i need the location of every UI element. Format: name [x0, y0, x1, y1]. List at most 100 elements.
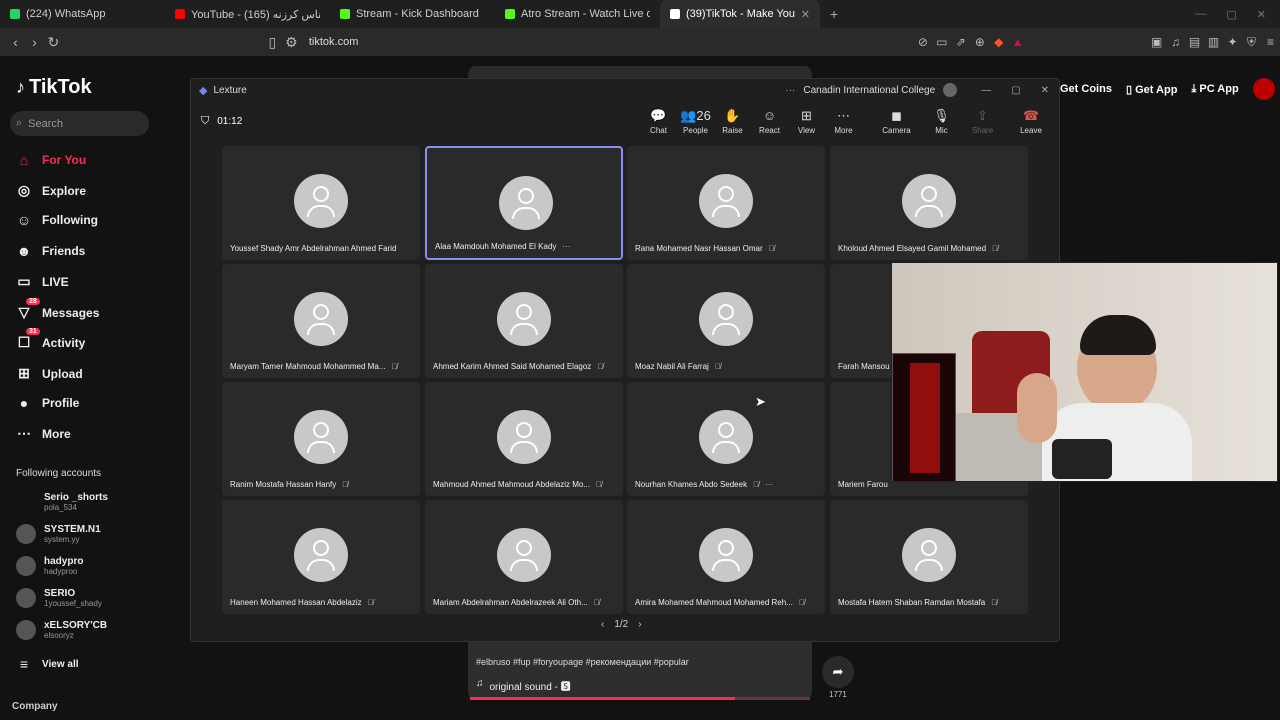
- people-button[interactable]: 👥26 People: [677, 108, 714, 135]
- nav-item-activity[interactable]: ☐ Activity 31: [16, 328, 85, 351]
- participant-tile[interactable]: Mahmoud Ahmed Mahmoud Abdelaziz Mo... 🎙̸: [425, 382, 623, 496]
- teams-maximize-icon[interactable]: ▢: [1011, 85, 1020, 96]
- account-name: xELSORY'CB: [44, 620, 108, 631]
- share-button[interactable]: ⇪ Share: [964, 108, 1001, 135]
- participant-tile[interactable]: Ranim Mostafa Hassan Hanfy 🎙̸: [222, 382, 420, 496]
- back-icon[interactable]: ‹: [6, 34, 25, 50]
- teams-close-icon[interactable]: ✕: [1041, 85, 1049, 96]
- pc-app-button[interactable]: ⤓ PC App: [1191, 83, 1238, 96]
- mute-site-icon[interactable]: ⊘: [913, 35, 932, 49]
- brave-shield-icon[interactable]: ◆: [989, 35, 1008, 49]
- nav-item-live[interactable]: ▭ LIVE: [16, 273, 68, 290]
- mic-button[interactable]: 🎙 Mic: [919, 108, 964, 135]
- video-tags[interactable]: #elbruso #fup #foryoupage #рекомендации …: [476, 657, 689, 667]
- nav-item-following[interactable]: ☺ Following: [16, 212, 98, 228]
- panel-icon[interactable]: ▤: [1185, 35, 1204, 49]
- participant-label: Ranim Mostafa Hassan Hanfy 🎙̸: [230, 480, 348, 489]
- search-input[interactable]: ⌕ Search: [10, 111, 149, 136]
- nav-item-more[interactable]: ⋯ More: [16, 425, 71, 442]
- nav-item-upload[interactable]: ⊞ Upload: [16, 365, 83, 382]
- browser-tab[interactable]: Atro Stream - Watch Live on Kick: [495, 0, 660, 28]
- share-icon[interactable]: ➦: [822, 656, 854, 688]
- url-field[interactable]: tiktok.com: [309, 36, 359, 48]
- reload-icon[interactable]: ↻: [44, 34, 63, 51]
- nav-label: Explore: [42, 183, 87, 198]
- nav-item-for-you[interactable]: ⌂ For You: [16, 152, 86, 168]
- close-tab-icon[interactable]: ✕: [801, 8, 810, 21]
- following-account[interactable]: hadypro hadyproo: [16, 556, 83, 576]
- nav-item-profile[interactable]: ● Profile: [16, 395, 80, 411]
- nav-item-messages[interactable]: ▽ Messages 28: [16, 298, 99, 321]
- ai-icon[interactable]: ✦: [1223, 35, 1242, 49]
- leave-button[interactable]: ☎ Leave: [1011, 108, 1051, 135]
- webcam-overlay[interactable]: [891, 262, 1278, 482]
- upload-icon: ⊞: [18, 365, 30, 381]
- teams-minimize-icon[interactable]: —: [981, 85, 991, 96]
- camera-button[interactable]: ◼ Camera: [874, 108, 919, 135]
- cast-icon[interactable]: ▭: [932, 35, 951, 49]
- video-sound[interactable]: ♫ original sound - 🆂: [476, 678, 571, 693]
- zoom-icon[interactable]: ⊕: [970, 35, 989, 49]
- following-account[interactable]: SYSTEM.N1 system.yy: [16, 524, 101, 544]
- bookmark-icon[interactable]: ▯: [263, 34, 282, 51]
- get-coins-button[interactable]: Get Coins: [1060, 83, 1112, 95]
- participant-tile[interactable]: Moaz Nabil Ali Farraj 🎙̸: [627, 264, 825, 378]
- company-link[interactable]: Company: [12, 701, 58, 712]
- following-account[interactable]: xELSORY'CB elsooryz: [16, 620, 107, 640]
- avatar: [16, 492, 36, 512]
- account-avatar[interactable]: [943, 83, 958, 97]
- get-app-button[interactable]: ▯ Get App: [1126, 83, 1177, 96]
- browser-tab[interactable]: YouTube - (165) يا ناس كرزنه: [165, 0, 330, 28]
- video-progress-bar[interactable]: [470, 697, 810, 700]
- close-icon[interactable]: ✕: [1257, 8, 1266, 21]
- participant-tile[interactable]: Mostafa Hatem Shaban Ramdan Mostafa 🎙̸: [830, 500, 1028, 614]
- prev-page-icon[interactable]: ‹: [601, 619, 604, 630]
- mic-off-icon: 🎙̸: [342, 480, 349, 489]
- user-avatar[interactable]: [1252, 78, 1275, 100]
- title-more-icon[interactable]: ···: [785, 85, 795, 96]
- following-account[interactable]: SERIO 1youssef_shady: [16, 588, 102, 608]
- participant-tile[interactable]: Amira Mohamed Mahmoud Mohamed Reh... 🎙̸: [627, 500, 825, 614]
- video-player-bottom[interactable]: #elbruso #fup #foryoupage #рекомендации …: [468, 641, 812, 700]
- participant-label: Nourhan Khames Abdo Sedeek 🎙̸ ···: [635, 480, 773, 489]
- more-button[interactable]: ⋯ More: [825, 108, 862, 135]
- participant-tile[interactable]: Rana Mohamed Nasr Hassan Omar 🎙̸: [627, 146, 825, 260]
- participant-tile[interactable]: Nourhan Khames Abdo Sedeek 🎙̸ ···: [627, 382, 825, 496]
- vpn-icon[interactable]: ⛨: [1242, 35, 1261, 50]
- react-button[interactable]: ☺ React: [751, 108, 788, 135]
- next-page-icon[interactable]: ›: [638, 619, 641, 630]
- participant-tile[interactable]: Ahmed Karim Ahmed Said Mohamed Elagoz 🎙̸: [425, 264, 623, 378]
- following-account[interactable]: Serio _shorts pola_534: [16, 492, 108, 512]
- music-icon[interactable]: ♫: [1166, 35, 1185, 49]
- sidebar-toggle-icon[interactable]: ▣: [1147, 35, 1166, 49]
- rewards-icon[interactable]: ▲: [1008, 35, 1027, 49]
- view-all-link[interactable]: ≡ View all: [16, 656, 79, 672]
- participant-more-icon[interactable]: ···: [765, 480, 773, 489]
- browser-tab[interactable]: (39)TikTok - Make Your Day ✕: [660, 0, 820, 28]
- maximize-icon[interactable]: ▢: [1226, 8, 1236, 21]
- browser-tab[interactable]: (224) WhatsApp: [0, 0, 165, 28]
- share-page-icon[interactable]: ⇗: [951, 35, 970, 49]
- minimize-icon[interactable]: —: [1195, 8, 1206, 21]
- new-tab-button[interactable]: +: [820, 6, 848, 22]
- menu-icon[interactable]: ≡: [1261, 35, 1280, 49]
- participant-label: Moaz Nabil Ali Farraj 🎙̸: [635, 362, 721, 371]
- tiktok-logo[interactable]: ♪ TikTok: [16, 76, 92, 99]
- nav-item-friends[interactable]: ☻ Friends: [16, 243, 86, 259]
- browser-tab[interactable]: Stream - Kick Dashboard: [330, 0, 495, 28]
- view-button[interactable]: ⊞ View: [788, 108, 825, 135]
- participant-tile[interactable]: Kholoud Ahmed Elsayed Gamil Mohamed 🎙̸: [830, 146, 1028, 260]
- participant-more-icon[interactable]: ···: [562, 242, 570, 251]
- participant-tile[interactable]: Haneen Mohamed Hassan Abdelaziz 🎙̸: [222, 500, 420, 614]
- participant-tile[interactable]: Alaa Mamdouh Mohamed El Kady ···: [425, 146, 623, 260]
- site-settings-icon[interactable]: ⚙: [282, 34, 301, 51]
- chat-button[interactable]: 💬 Chat: [640, 108, 677, 135]
- wallet-icon[interactable]: ▥: [1204, 35, 1223, 49]
- participant-tile[interactable]: Mariam Abdelrahman Abdelrazeek Ali Oth..…: [425, 500, 623, 614]
- list-icon: ≡: [19, 656, 29, 672]
- participant-tile[interactable]: Youssef Shady Amr Abdelrahman Ahmed Fari…: [222, 146, 420, 260]
- participant-tile[interactable]: Maryam Tamer Mahmoud Mohammed Ma... 🎙̸: [222, 264, 420, 378]
- raise-button[interactable]: ✋ Raise: [714, 108, 751, 135]
- forward-icon[interactable]: ›: [25, 34, 44, 50]
- nav-item-explore[interactable]: ◎ Explore: [16, 182, 86, 199]
